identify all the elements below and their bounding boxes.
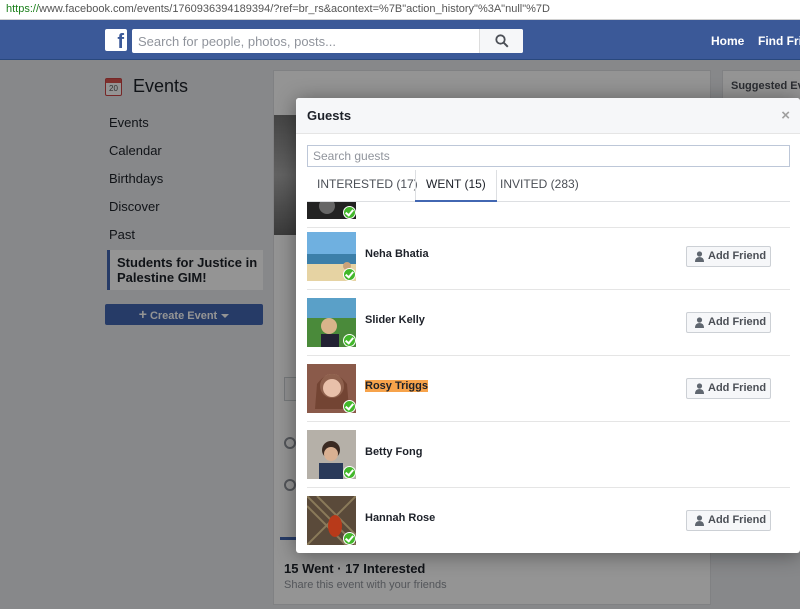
list-item: Betty Fong bbox=[307, 422, 790, 488]
add-friend-button[interactable]: Add Friend bbox=[686, 510, 771, 531]
guest-tabs: INTERESTED (17) WENT (15) INVITED (283) bbox=[307, 170, 790, 202]
search-icon bbox=[495, 34, 509, 48]
top-search-box bbox=[132, 29, 523, 53]
going-check-icon bbox=[343, 268, 356, 281]
add-friend-button[interactable]: Add Friend bbox=[686, 312, 771, 333]
avatar[interactable] bbox=[307, 298, 356, 347]
add-friend-icon bbox=[695, 515, 704, 526]
add-friend-button[interactable]: Add Friend bbox=[686, 378, 771, 399]
going-check-icon bbox=[343, 334, 356, 347]
going-check-icon bbox=[343, 466, 356, 479]
dialog-title: Guests bbox=[307, 108, 352, 123]
top-search-input[interactable] bbox=[132, 29, 482, 53]
guest-name[interactable]: Slider Kelly bbox=[365, 314, 425, 326]
avatar[interactable] bbox=[307, 202, 356, 219]
add-friend-icon bbox=[695, 317, 704, 328]
tab-went[interactable]: WENT (15) bbox=[415, 170, 497, 202]
avatar[interactable] bbox=[307, 430, 356, 479]
facebook-top-bar: f Home Find Frie bbox=[0, 20, 800, 60]
add-friend-label: Add Friend bbox=[708, 250, 767, 262]
add-friend-label: Add Friend bbox=[708, 514, 767, 526]
url-scheme: https:// bbox=[6, 3, 40, 15]
guest-search-input[interactable] bbox=[307, 145, 790, 167]
list-item: Neha Bhatia Add Friend bbox=[307, 224, 790, 290]
add-friend-button[interactable]: Add Friend bbox=[686, 246, 771, 267]
close-icon[interactable]: × bbox=[781, 107, 790, 124]
tab-interested[interactable]: INTERESTED (17) bbox=[317, 170, 418, 201]
add-friend-icon bbox=[695, 383, 704, 394]
going-check-icon bbox=[343, 400, 356, 413]
dialog-header: Guests × bbox=[296, 98, 800, 134]
add-friend-label: Add Friend bbox=[708, 316, 767, 328]
list-item: Rosy Triggs Add Friend bbox=[307, 356, 790, 422]
nav-home-link[interactable]: Home bbox=[711, 34, 744, 48]
going-check-icon bbox=[343, 532, 356, 545]
url-text[interactable]: https://www.facebook.com/events/17609363… bbox=[6, 3, 550, 15]
add-friend-icon bbox=[695, 251, 704, 262]
avatar[interactable] bbox=[307, 496, 356, 545]
nav-find-friends-link[interactable]: Find Frie bbox=[758, 34, 800, 48]
guest-list[interactable]: Neha Bhatia Add Friend Slider Kelly Add … bbox=[307, 202, 790, 553]
tab-invited[interactable]: INVITED (283) bbox=[500, 170, 579, 201]
list-item: Hannah Rose Add Friend bbox=[307, 488, 790, 553]
avatar[interactable] bbox=[307, 232, 356, 281]
list-item: Slider Kelly Add Friend bbox=[307, 290, 790, 356]
search-button[interactable] bbox=[479, 29, 523, 53]
guest-name[interactable]: Hannah Rose bbox=[365, 512, 435, 524]
avatar[interactable] bbox=[307, 364, 356, 413]
guest-name[interactable]: Rosy Triggs bbox=[365, 380, 428, 392]
guest-name[interactable]: Neha Bhatia bbox=[365, 248, 429, 260]
url-path: www.facebook.com/events/1760936394189394… bbox=[39, 3, 550, 15]
browser-url-bar[interactable]: https://www.facebook.com/events/17609363… bbox=[0, 0, 800, 20]
going-check-icon bbox=[343, 206, 356, 219]
guest-name[interactable]: Betty Fong bbox=[365, 446, 422, 458]
add-friend-label: Add Friend bbox=[708, 382, 767, 394]
facebook-logo-icon[interactable]: f bbox=[105, 29, 127, 51]
guests-dialog: Guests × INTERESTED (17) WENT (15) INVIT… bbox=[296, 98, 800, 553]
